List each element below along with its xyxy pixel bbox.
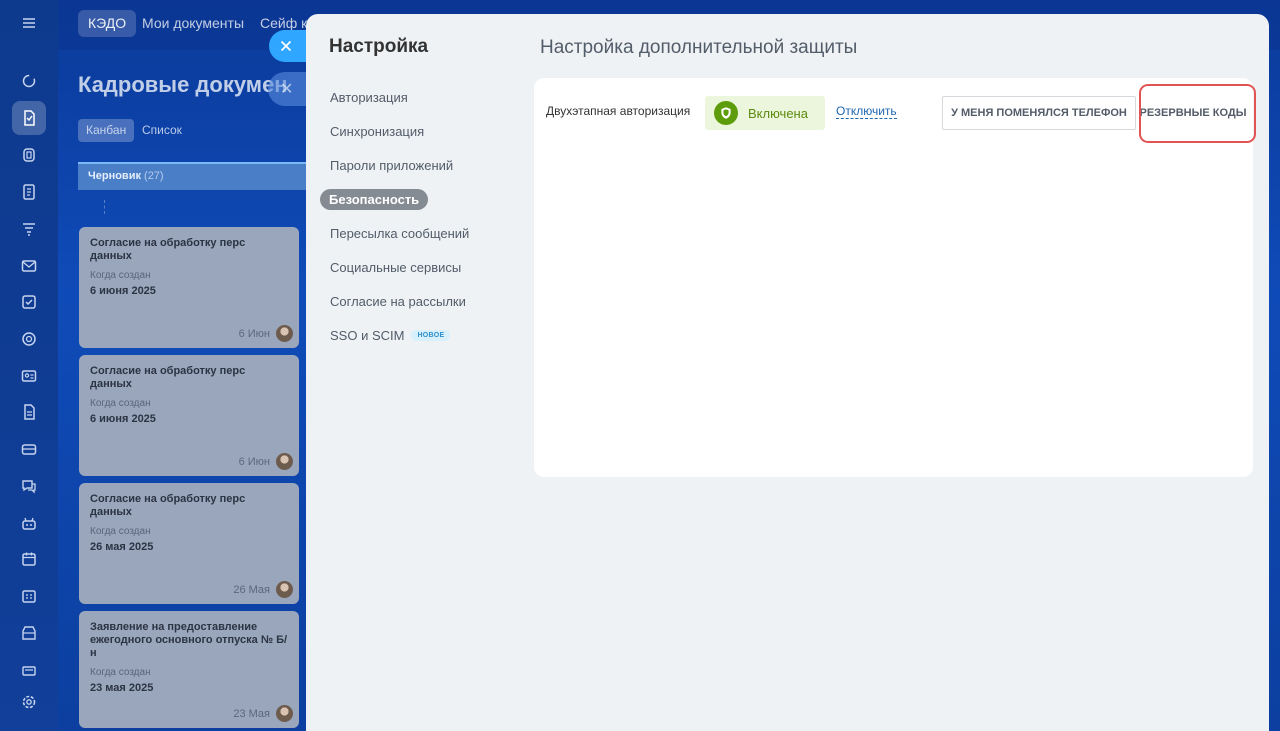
- app-sidebar: [0, 0, 58, 731]
- filter-icon[interactable]: [12, 212, 46, 246]
- two-factor-status-badge: Включена: [705, 96, 825, 130]
- kanban-card[interactable]: Согласие на обработку перс данных Когда …: [79, 483, 299, 604]
- avatar[interactable]: [276, 705, 293, 722]
- menu-item-label: Пароли приложений: [330, 157, 454, 173]
- background-close-icon: ✕: [268, 72, 306, 106]
- inbox-icon[interactable]: [12, 432, 46, 466]
- store-icon[interactable]: [12, 616, 46, 650]
- column-divider: [104, 200, 304, 214]
- menu-item-label: Согласие на рассылки: [330, 293, 466, 309]
- card-footer: 26 Мая: [233, 581, 293, 598]
- contact-center-icon[interactable]: [12, 138, 46, 172]
- card-footer: 6 Июн: [239, 325, 293, 342]
- card-footer-date: 6 Июн: [238, 455, 270, 468]
- tasks-icon[interactable]: [12, 285, 46, 319]
- card-footer: 23 Мая: [233, 705, 293, 722]
- card-title: Согласие на обработку перс данных: [90, 493, 246, 518]
- two-factor-status-text: Включена: [748, 105, 808, 121]
- kanban-card[interactable]: Согласие на обработку перс данных Когда …: [79, 227, 299, 348]
- menu-item-social-services[interactable]: Социальные сервисы: [320, 256, 520, 278]
- menu-item-mailing-consent[interactable]: Согласие на рассылки: [320, 290, 520, 312]
- two-factor-label: Двухэтапная авторизация: [546, 104, 691, 118]
- avatar[interactable]: [276, 325, 293, 342]
- mail-icon[interactable]: [12, 249, 46, 283]
- shield-icon: [714, 101, 738, 125]
- calendar-icon[interactable]: [12, 542, 46, 576]
- bg-tab-my-documents[interactable]: Мои документы: [132, 10, 254, 37]
- card-footer-date: 23 Мая: [233, 707, 270, 720]
- close-icon: [280, 40, 292, 52]
- menu-item-sso-scim[interactable]: SSO и SCIM НОВОЕ: [320, 324, 520, 346]
- card-date: 6 июня 2025: [90, 285, 156, 297]
- menu-item-label: Синхронизация: [330, 123, 425, 139]
- card-footer-date: 26 Мая: [233, 583, 270, 596]
- column-count: (27): [144, 170, 164, 182]
- target-icon[interactable]: [12, 322, 46, 356]
- list-icon[interactable]: [12, 175, 46, 209]
- kanban-column-header: Черновик (27): [78, 162, 306, 190]
- settings-icon[interactable]: [12, 685, 46, 719]
- chat-icon[interactable]: [12, 469, 46, 503]
- column-name: Черновик: [88, 170, 141, 182]
- card-date: 6 июня 2025: [90, 413, 156, 425]
- view-list[interactable]: Список: [134, 119, 190, 142]
- settings-menu: Авторизация Синхронизация Пароли приложе…: [320, 86, 520, 358]
- refresh-icon[interactable]: [12, 64, 46, 98]
- view-kanban[interactable]: Канбан: [78, 119, 135, 142]
- menu-item-authorization[interactable]: Авторизация: [320, 86, 520, 108]
- content-title: Настройка дополнительной защиты: [540, 37, 858, 58]
- menu-item-sync[interactable]: Синхронизация: [320, 120, 520, 142]
- card-label: Когда создан: [90, 667, 151, 678]
- contacts-icon[interactable]: [12, 359, 46, 393]
- menu-item-message-forwarding[interactable]: Пересылка сообщений: [320, 222, 520, 244]
- kanban-card[interactable]: Согласие на обработку перс данных Когда …: [79, 355, 299, 476]
- kanban-card[interactable]: Заявление на предоставление ежегодного о…: [79, 611, 299, 728]
- card-date: 23 мая 2025: [90, 682, 154, 694]
- disable-two-factor-link[interactable]: Отключить: [836, 104, 897, 119]
- terminal-icon[interactable]: [12, 653, 46, 687]
- highlight-frame: [1139, 84, 1256, 143]
- robot-icon[interactable]: [12, 506, 46, 540]
- new-badge: НОВОЕ: [411, 329, 451, 341]
- bg-tab-kedo[interactable]: КЭДО: [78, 10, 137, 37]
- menu-item-app-passwords[interactable]: Пароли приложений: [320, 154, 520, 176]
- card-footer-date: 6 Июн: [238, 327, 270, 340]
- menu-item-security[interactable]: Безопасность: [320, 188, 520, 210]
- card-label: Когда создан: [90, 526, 151, 537]
- menu-item-label: Безопасность: [320, 188, 429, 210]
- card-label: Когда создан: [90, 398, 151, 409]
- menu-item-label: Социальные сервисы: [330, 259, 462, 275]
- documents-icon[interactable]: [12, 101, 46, 135]
- card-footer: 6 Июн: [239, 453, 293, 470]
- panel-title: Настройка: [329, 36, 429, 57]
- menu-item-label: SSO и SCIM: [330, 327, 405, 343]
- settings-panel: Настройка Авторизация Синхронизация Паро…: [306, 14, 1269, 731]
- avatar[interactable]: [276, 581, 293, 598]
- slider-close-button[interactable]: [269, 30, 309, 62]
- menu-item-label: Авторизация: [330, 89, 408, 105]
- schedule-icon[interactable]: [12, 579, 46, 613]
- card-date: 26 мая 2025: [90, 541, 154, 553]
- file-icon[interactable]: [12, 395, 46, 429]
- card-title: Согласие на обработку перс данных: [90, 365, 246, 390]
- card-label: Когда создан: [90, 270, 151, 281]
- phone-changed-button[interactable]: У МЕНЯ ПОМЕНЯЛСЯ ТЕЛЕФОН: [942, 96, 1136, 130]
- menu-icon[interactable]: [12, 6, 46, 40]
- menu-item-label: Пересылка сообщений: [330, 225, 470, 241]
- avatar[interactable]: [276, 453, 293, 470]
- card-title: Согласие на обработку перс данных: [90, 237, 246, 262]
- card-title: Заявление на предоставление ежегодного о…: [90, 621, 288, 659]
